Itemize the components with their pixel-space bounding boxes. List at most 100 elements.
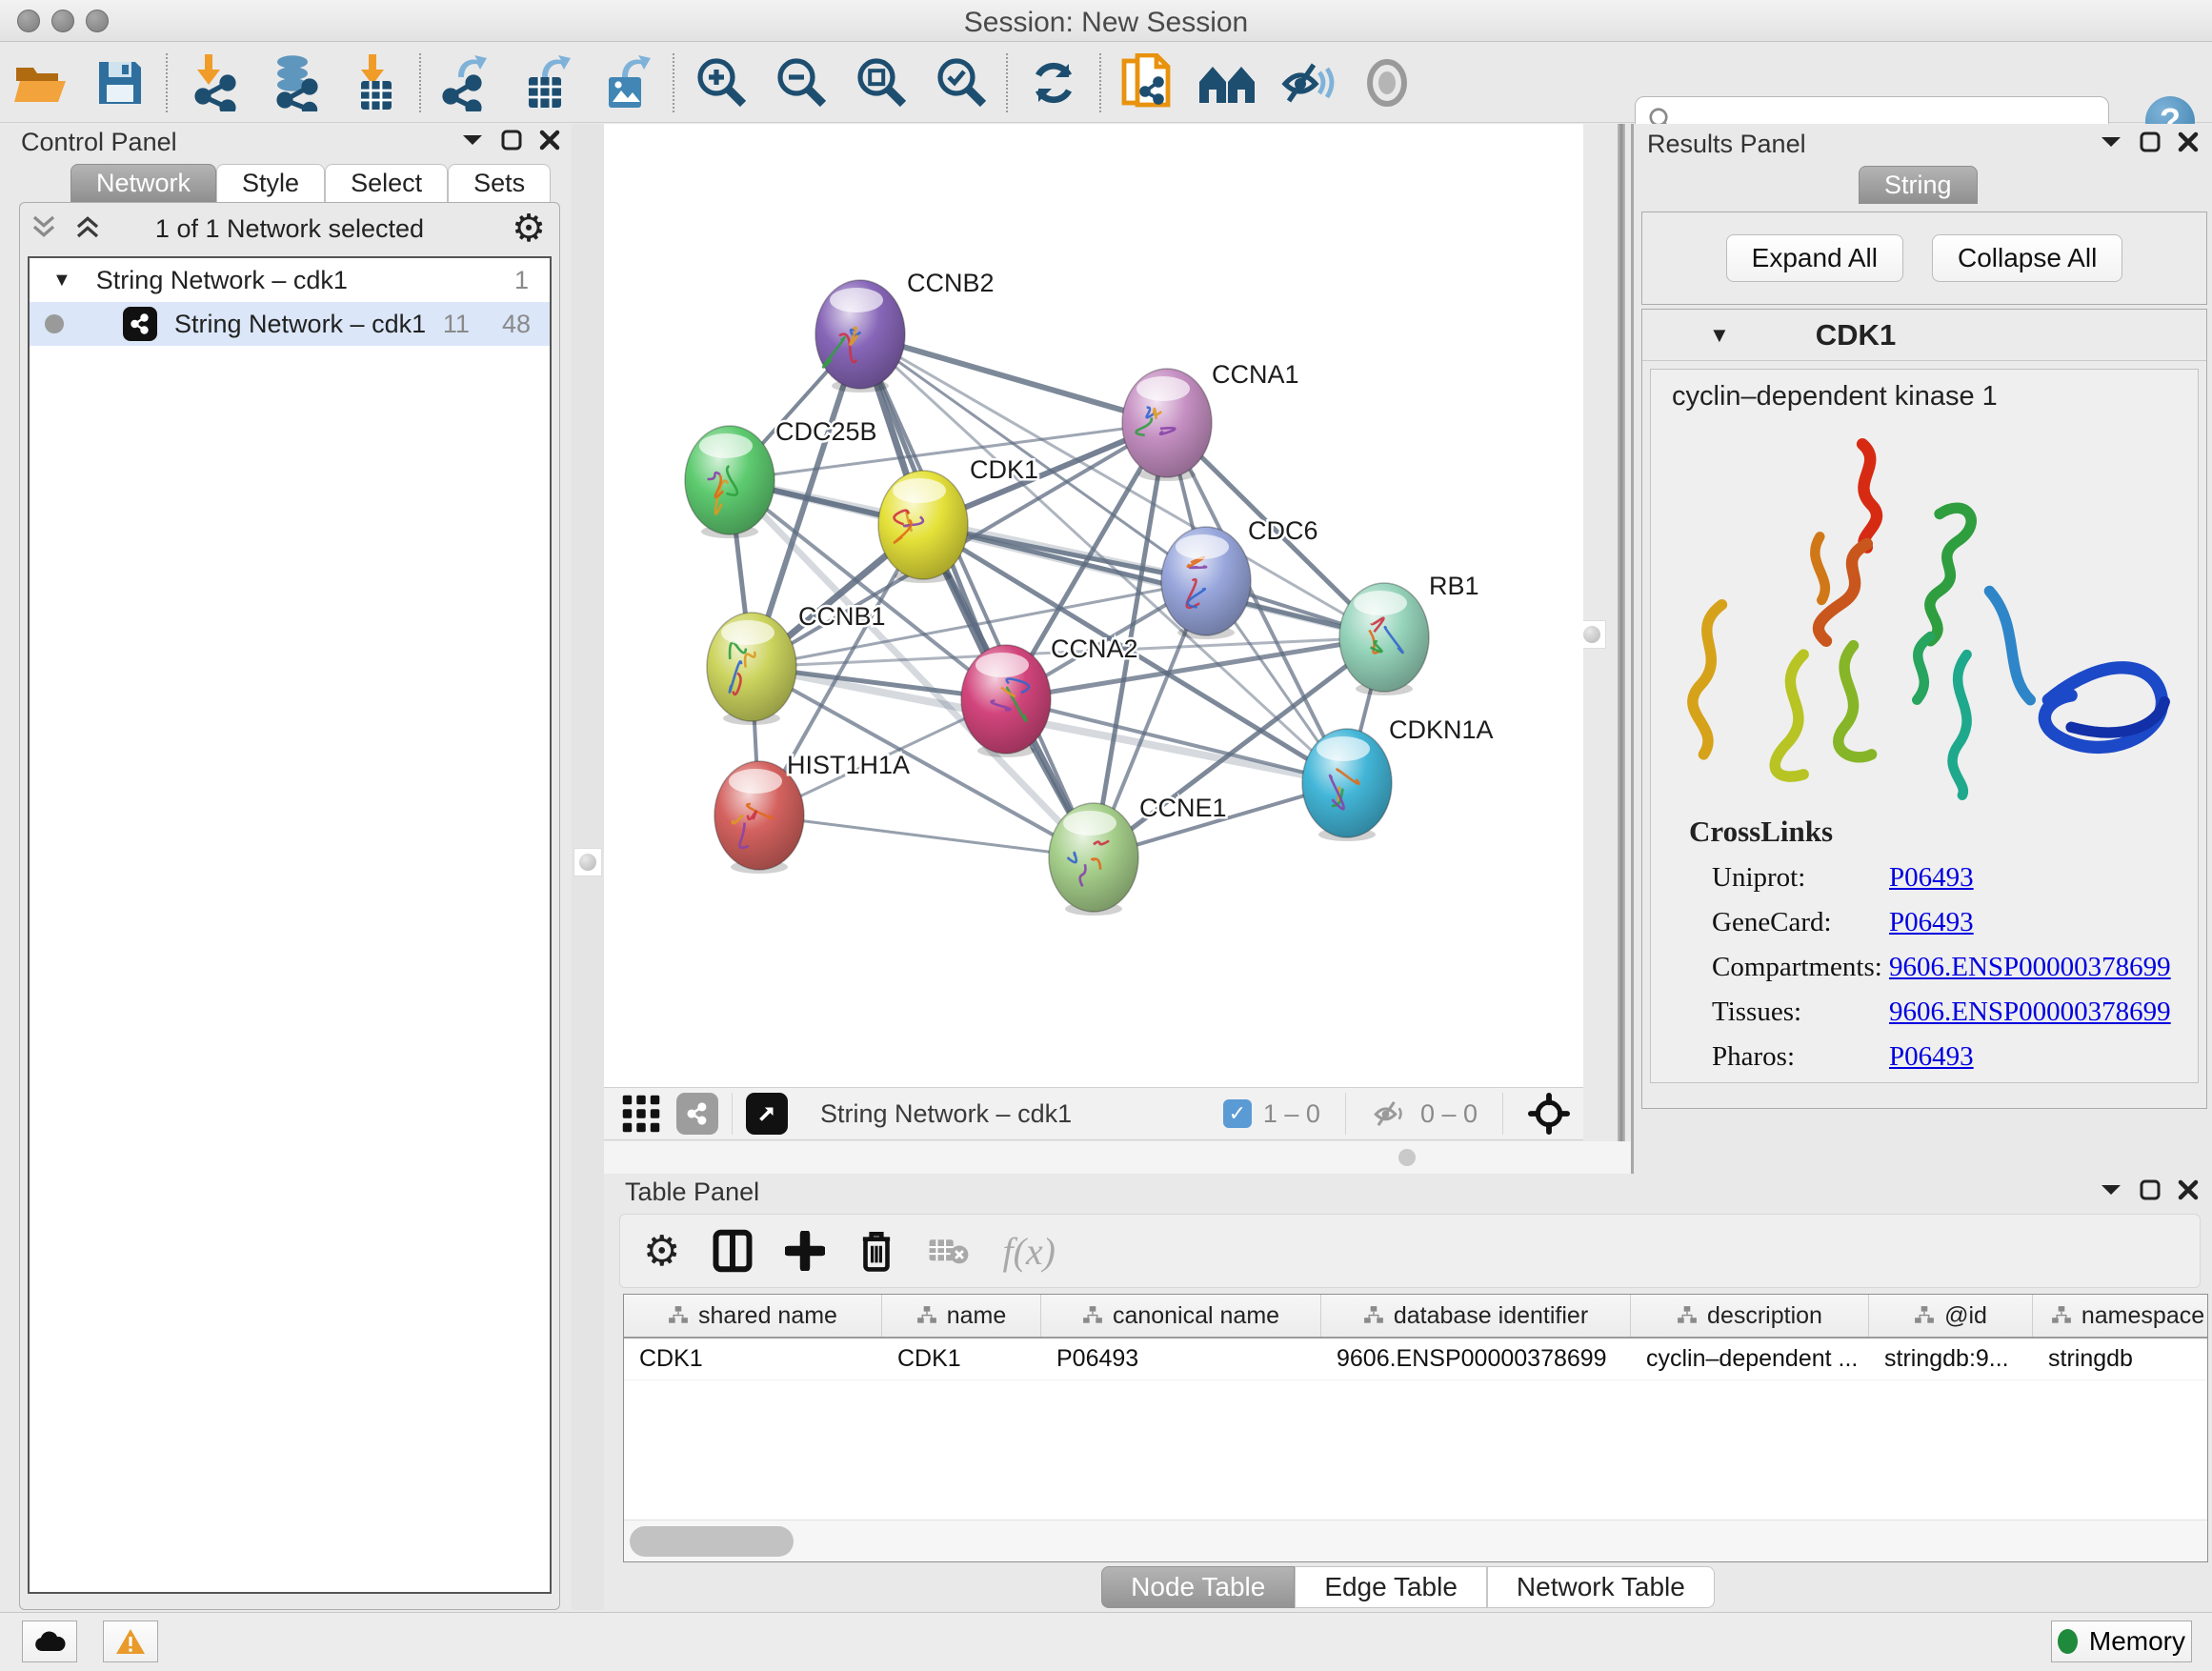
protein-structure-image — [1655, 428, 2188, 809]
column-header[interactable]: database identifier — [1321, 1295, 1631, 1337]
import-table-icon — [346, 54, 401, 111]
column-header[interactable]: name — [882, 1295, 1041, 1337]
tab-style[interactable]: Style — [216, 164, 325, 202]
uniprot-link[interactable]: P06493 — [1889, 862, 1974, 894]
right-splitter[interactable] — [1618, 124, 1625, 1174]
open-session-button[interactable] — [0, 50, 80, 116]
cloud-status-button[interactable] — [22, 1621, 77, 1662]
node-label: CCNB2 — [907, 269, 995, 297]
network-node[interactable]: HIST1H1A — [714, 751, 910, 874]
export-table-button[interactable] — [507, 50, 587, 116]
import-network-file-button[interactable] — [173, 50, 253, 116]
zoom-out-button[interactable] — [760, 50, 840, 116]
scrollbar-thumb[interactable] — [630, 1526, 794, 1557]
float-panel-icon[interactable] — [461, 132, 484, 148]
left-splitter-handle[interactable] — [573, 848, 602, 876]
node-label: CCNA1 — [1212, 360, 1299, 389]
network-canvas[interactable]: CCNB2CCNA1CDC25BCDK1CDC6RB1CCNB1CCNA2CDK… — [604, 124, 1583, 1087]
zoom-fit-button[interactable] — [840, 50, 920, 116]
string-import-button[interactable] — [1107, 50, 1187, 116]
network-node[interactable]: RB1 — [1339, 572, 1479, 695]
table-toolbar: ⚙ f(x) — [619, 1214, 2201, 1288]
float-panel-icon[interactable] — [2100, 134, 2122, 150]
maximize-panel-icon[interactable] — [2140, 131, 2161, 152]
import-network-database-button[interactable] — [253, 50, 333, 116]
tab-network-table[interactable]: Network Table — [1487, 1566, 1715, 1608]
tissues-link[interactable]: 9606.ENSP00000378699 — [1889, 997, 2171, 1028]
memory-status-button[interactable]: Memory — [2051, 1621, 2192, 1662]
selected-checkbox-icon[interactable]: ✓ — [1223, 1099, 1252, 1128]
expand-all-button[interactable]: Expand All — [1726, 234, 1903, 282]
tree-expander-icon[interactable]: ▼ — [52, 270, 71, 292]
export-network-button[interactable] — [427, 50, 507, 116]
pharos-link[interactable]: P06493 — [1889, 1041, 1974, 1073]
table-cell: CDK1 — [624, 1339, 882, 1379]
column-header[interactable]: namespace — [2033, 1295, 2208, 1337]
column-type-icon — [916, 1305, 937, 1326]
tab-string[interactable]: String — [1859, 166, 1978, 204]
apply-layout-button[interactable] — [1014, 50, 1094, 116]
maximize-panel-icon[interactable] — [501, 130, 522, 151]
node-label: CDKN1A — [1389, 715, 1494, 744]
tab-network[interactable]: Network — [70, 164, 216, 202]
network-options-gear-icon[interactable]: ⚙ — [512, 207, 546, 251]
tab-node-table[interactable]: Node Table — [1101, 1566, 1295, 1608]
collapse-all-button[interactable]: Collapse All — [1932, 234, 2122, 282]
zoom-selected-button[interactable] — [920, 50, 1000, 116]
table-header-row: shared namename canonical name database id… — [624, 1295, 2207, 1339]
node-table[interactable]: shared namename canonical name database id… — [623, 1294, 2208, 1562]
tab-edge-table[interactable]: Edge Table — [1295, 1566, 1487, 1608]
tab-sets[interactable]: Sets — [448, 164, 551, 202]
network-edge[interactable] — [759, 815, 1094, 857]
hide-glass-button[interactable] — [1267, 50, 1347, 116]
bottom-splitter-handle[interactable] — [1398, 1149, 1416, 1166]
network-node[interactable]: CCNB1 — [707, 602, 886, 725]
show-glass-button[interactable] — [1347, 50, 1427, 116]
network-view-bar: String Network – cdk1 ✓ 1 – 0 0 – 0 — [604, 1087, 1583, 1140]
grid-view-icon[interactable] — [621, 1094, 661, 1134]
table-row[interactable]: CDK1CDK1P064939606.ENSP00000378699cyclin… — [624, 1339, 2207, 1380]
node-label: CCNB1 — [798, 602, 886, 631]
network-share-view-button[interactable] — [676, 1093, 718, 1135]
column-label: @id — [1944, 1302, 1987, 1330]
close-panel-icon[interactable] — [2178, 1179, 2199, 1200]
float-panel-icon[interactable] — [2100, 1182, 2122, 1198]
column-header[interactable]: description — [1631, 1295, 1869, 1337]
warning-status-button[interactable] — [103, 1621, 158, 1662]
horizontal-scrollbar[interactable] — [624, 1520, 2207, 1561]
column-header[interactable]: shared name — [624, 1295, 882, 1337]
delete-column-icon[interactable] — [857, 1229, 895, 1273]
zoom-in-button[interactable] — [680, 50, 760, 116]
maximize-panel-icon[interactable] — [2140, 1179, 2161, 1200]
eye-slash-icon — [1279, 59, 1335, 107]
detach-view-button[interactable] — [746, 1093, 788, 1135]
node-label: RB1 — [1429, 572, 1479, 600]
add-column-icon[interactable] — [785, 1231, 825, 1271]
close-panel-icon[interactable] — [539, 130, 560, 151]
save-session-button[interactable] — [80, 50, 160, 116]
compartments-link[interactable]: 9606.ENSP00000378699 — [1889, 952, 2171, 983]
network-node[interactable]: CDKN1A — [1302, 715, 1494, 841]
close-panel-icon[interactable] — [2178, 131, 2199, 152]
toolbar-separator — [673, 53, 674, 112]
import-table-file-button[interactable] — [333, 50, 413, 116]
genecard-link[interactable]: P06493 — [1889, 907, 1974, 938]
column-header[interactable]: @id — [1869, 1295, 2033, 1337]
network-node[interactable]: CCNE1 — [1049, 794, 1227, 916]
column-header[interactable]: canonical name — [1041, 1295, 1321, 1337]
export-image-button[interactable] — [587, 50, 667, 116]
table-settings-gear-icon[interactable]: ⚙ — [643, 1227, 680, 1276]
gene-expander-icon[interactable]: ▼ — [1709, 323, 1730, 348]
birdseye-crosshair-icon[interactable] — [1528, 1093, 1570, 1135]
columns-icon[interactable] — [713, 1229, 753, 1273]
string-home-button[interactable] — [1187, 50, 1267, 116]
node-label: CCNA2 — [1051, 634, 1138, 663]
tab-select[interactable]: Select — [325, 164, 448, 202]
network-graph[interactable]: CCNB2CCNA1CDC25BCDK1CDC6RB1CCNB1CCNA2CDK… — [604, 124, 1583, 1087]
crosslink-row: Tissues:9606.ENSP00000378699 — [1712, 997, 2198, 1028]
network-node[interactable]: CDK1 — [878, 455, 1038, 583]
column-label: canonical name — [1113, 1302, 1279, 1330]
network-collection-row[interactable]: ▼ String Network – cdk1 1 — [30, 258, 550, 302]
network-node[interactable]: CDC6 — [1161, 516, 1318, 639]
network-row-selected[interactable]: String Network – cdk1 11 48 — [30, 302, 550, 346]
